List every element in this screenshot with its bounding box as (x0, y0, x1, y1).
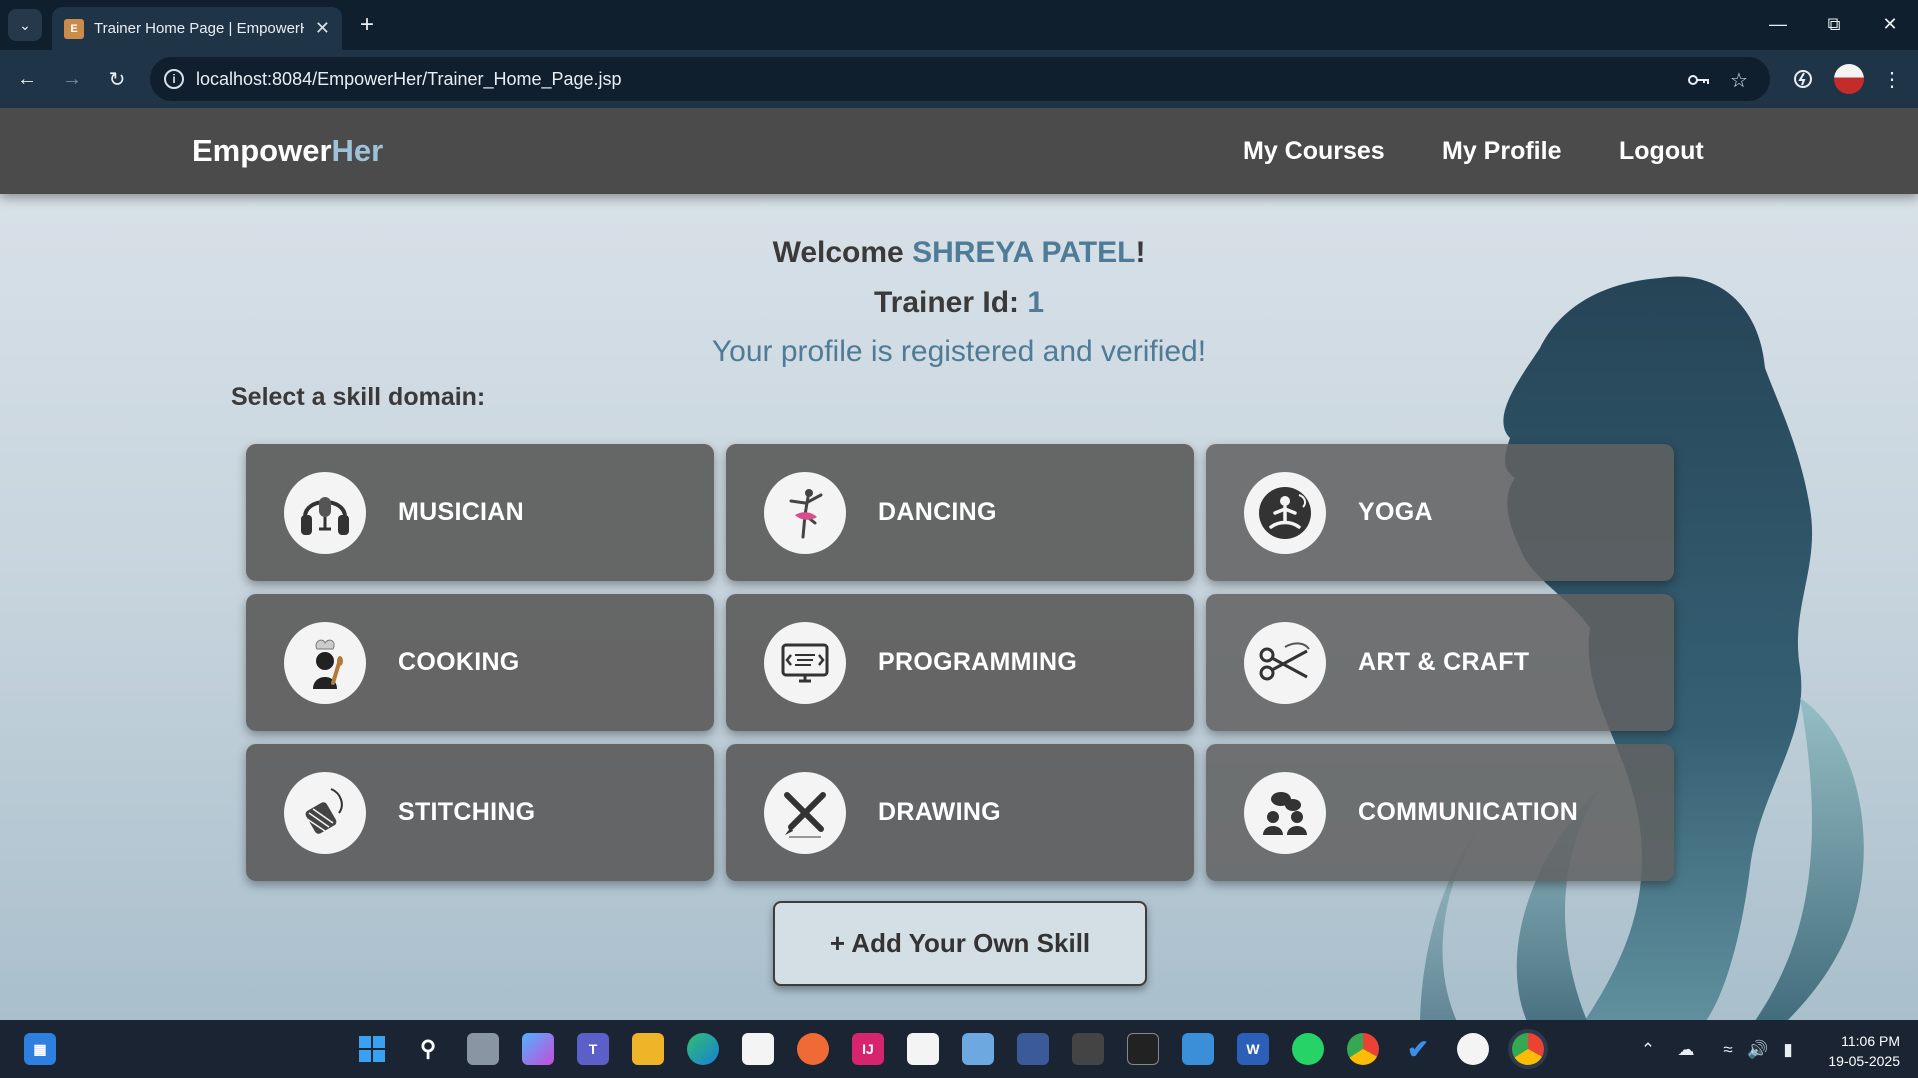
tab-close-icon[interactable]: ✕ (315, 18, 330, 39)
nav-my-courses[interactable]: My Courses (1243, 137, 1385, 166)
notepad-file-icon[interactable] (907, 1033, 939, 1065)
skill-domain-heading: Select a skill domain: (231, 383, 486, 411)
clock-app-icon[interactable] (1457, 1033, 1489, 1065)
notepad-icon[interactable] (1182, 1033, 1214, 1065)
tab-search-chevron-icon[interactable]: ⌄ (8, 9, 42, 41)
copilot-icon[interactable] (522, 1033, 554, 1065)
skill-card-cooking[interactable]: COOKING (246, 594, 714, 731)
people-chat-icon (1244, 771, 1326, 854)
skill-label-communication: COMMUNICATION (1358, 798, 1579, 826)
skill-label-musician: MUSICIAN (398, 498, 525, 526)
trainer-id-label: Trainer Id: (873, 286, 1028, 319)
clock-time: 11:06 PM (1841, 1033, 1900, 1049)
add-own-skill-button[interactable]: + Add Your Own Skill (773, 901, 1147, 986)
toolbox-app-icon[interactable] (1072, 1033, 1104, 1065)
nav-logout[interactable]: Logout (1619, 137, 1704, 166)
trainer-id-value: 1 (1027, 286, 1045, 319)
word-icon[interactable]: W (1237, 1033, 1269, 1065)
extensions-icon[interactable] (1787, 63, 1819, 95)
tab-title: Trainer Home Page | EmpowerHer (94, 20, 304, 37)
welcome-heading: Welcome SHREYA PATEL! (0, 236, 1918, 270)
tray-overflow-chevron-icon[interactable]: ⌃ (1636, 1038, 1660, 1062)
skill-card-programming[interactable]: PROGRAMMING (726, 594, 1194, 731)
restore-icon[interactable]: ⧉ (1814, 8, 1854, 40)
start-menu-icon[interactable] (356, 1033, 388, 1065)
file-explorer-icon[interactable] (632, 1033, 664, 1065)
welcome-exclaim: ! (1135, 236, 1146, 269)
brand-logo[interactable]: EmpowerHer (192, 133, 383, 169)
teams-icon[interactable]: T (577, 1033, 609, 1065)
skill-label-programming: PROGRAMMING (878, 648, 1078, 676)
skill-card-art-craft[interactable]: ART & CRAFT (1206, 594, 1674, 731)
reload-icon[interactable]: ↻ (102, 64, 132, 94)
back-arrow-icon[interactable]: ← (12, 64, 42, 94)
forward-arrow-icon[interactable]: → (57, 64, 87, 94)
intellij-icon[interactable]: IJ (852, 1033, 884, 1065)
welcome-greeting: Welcome (772, 236, 913, 269)
skill-card-stitching[interactable]: STITCHING (246, 744, 714, 881)
clock-date: 19-05-2025 (1828, 1053, 1900, 1069)
widgets-icon[interactable]: ▦ (24, 1033, 56, 1065)
wifi-icon[interactable]: ≈ (1716, 1038, 1740, 1062)
cube-app-icon[interactable] (962, 1033, 994, 1065)
skill-label-stitching: STITCHING (398, 798, 536, 826)
trainer-name: SHREYA PATEL (912, 236, 1136, 269)
skill-card-yoga[interactable]: YOGA (1206, 444, 1674, 581)
address-bar[interactable]: i localhost:8084/EmpowerHer/Trainer_Home… (150, 57, 1770, 101)
skill-label-art-craft: ART & CRAFT (1358, 648, 1530, 676)
browser-tab-active[interactable]: E Trainer Home Page | EmpowerHer ✕ (52, 7, 342, 50)
ballerina-icon (764, 471, 846, 554)
skill-label-dancing: DANCING (878, 498, 997, 526)
skill-card-musician[interactable]: MUSICIAN (246, 444, 714, 581)
browser-toolbar: ← → ↻ i localhost:8084/EmpowerHer/Traine… (0, 50, 1918, 108)
window-close-icon[interactable]: ✕ (1870, 8, 1910, 40)
skill-card-drawing[interactable]: DRAWING (726, 744, 1194, 881)
headphones-microphone-icon (284, 471, 366, 554)
scissors-icon (1244, 621, 1326, 704)
skill-label-drawing: DRAWING (878, 798, 1001, 826)
browser-tab-strip: ⌄ E Trainer Home Page | EmpowerHer ✕ + —… (0, 0, 1918, 50)
todo-check-icon[interactable]: ✔ (1402, 1033, 1434, 1065)
verification-status: Your profile is registered and verified! (711, 335, 1207, 368)
brand-main-text: Empower (192, 133, 332, 168)
chrome-icon[interactable] (1347, 1033, 1379, 1065)
edge-browser-icon[interactable] (687, 1033, 719, 1065)
code-monitor-icon (764, 621, 846, 704)
battery-icon[interactable]: ▮ (1776, 1038, 1800, 1062)
chrome-active-icon[interactable] (1512, 1033, 1544, 1065)
store-icon[interactable] (742, 1033, 774, 1065)
site-info-icon[interactable]: i (164, 69, 184, 89)
whatsapp-icon[interactable] (1292, 1033, 1324, 1065)
password-key-icon[interactable] (1685, 66, 1713, 94)
site-favicon-icon: E (64, 18, 84, 39)
system-clock[interactable]: 11:06 PM 19-05-2025 (1808, 1031, 1900, 1071)
pencil-brush-icon (764, 771, 846, 854)
task-view-icon[interactable] (467, 1033, 499, 1065)
site-navbar: EmpowerHer My Courses My Profile Logout (0, 108, 1918, 194)
brand-accent-text: Her (331, 133, 384, 168)
trainer-id-line: Trainer Id: 1 (0, 286, 1918, 320)
skill-card-communication[interactable]: COMMUNICATION (1206, 744, 1674, 881)
page-content: EmpowerHer My Courses My Profile Logout … (0, 108, 1918, 1020)
terminal-icon[interactable] (1127, 1033, 1159, 1065)
os-taskbar: ▦ ⚲ T IJ W ✔ ⌃ ☁ ≈ 🔊 ▮ 11:06 PM 19-05-20… (0, 1020, 1918, 1078)
thread-spool-icon (284, 771, 366, 854)
nav-my-profile[interactable]: My Profile (1442, 137, 1561, 166)
chef-icon (284, 621, 366, 704)
bookmark-star-icon[interactable]: ☆ (1725, 66, 1753, 94)
skill-label-cooking: COOKING (398, 648, 520, 676)
postman-icon[interactable] (797, 1033, 829, 1065)
volume-icon[interactable]: 🔊 (1746, 1038, 1770, 1062)
skill-card-dancing[interactable]: DANCING (726, 444, 1194, 581)
search-icon[interactable]: ⚲ (412, 1033, 444, 1065)
mysql-dolphin-icon[interactable] (1017, 1033, 1049, 1065)
onedrive-icon[interactable]: ☁ (1674, 1038, 1698, 1062)
profile-avatar-icon[interactable] (1834, 64, 1864, 94)
minimize-icon[interactable]: — (1758, 8, 1798, 40)
skill-label-yoga: YOGA (1358, 498, 1433, 526)
new-tab-plus-icon[interactable]: + (352, 10, 382, 40)
browser-menu-icon[interactable]: ⋮ (1876, 63, 1908, 95)
meditation-icon (1244, 471, 1326, 554)
address-url[interactable]: localhost:8084/EmpowerHer/Trainer_Home_P… (196, 69, 622, 90)
